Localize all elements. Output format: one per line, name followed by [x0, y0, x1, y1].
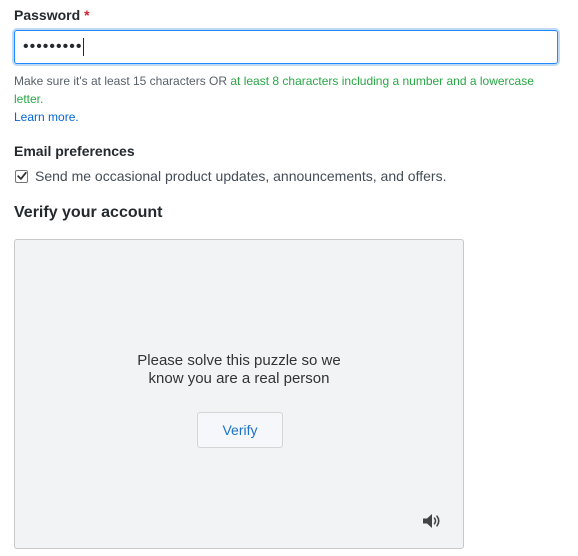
puzzle-instructions-line1: Please solve this puzzle so we [137, 352, 341, 369]
speaker-icon[interactable] [421, 512, 443, 530]
email-preferences-option: Send me occasional product updates, anno… [14, 168, 564, 184]
password-hint: Make sure it's at least 15 characters OR… [14, 72, 564, 126]
puzzle-instructions: Please solve this puzzle so we know you … [15, 352, 463, 388]
password-masked-value: ••••••••• [23, 38, 83, 55]
email-preferences-checkbox-label[interactable]: Send me occasional product updates, anno… [35, 168, 446, 184]
verify-heading: Verify your account [14, 204, 163, 221]
learn-more-link[interactable]: Learn more. [14, 110, 79, 124]
password-input[interactable]: ••••••••• [14, 30, 558, 64]
password-label: Password [14, 7, 81, 23]
email-preferences-checkbox[interactable] [15, 169, 28, 183]
password-label-row: Password * [14, 6, 564, 24]
captcha-puzzle-box: Please solve this puzzle so we know you … [14, 239, 464, 549]
email-preferences-label: Email preferences [14, 143, 135, 159]
checkmark-icon [16, 171, 27, 180]
signup-form: Password * ••••••••• Make sure it's at le… [0, 0, 578, 556]
hint-text: Make sure it's at least 15 characters OR [14, 74, 231, 88]
required-marker: * [84, 7, 90, 23]
text-caret [83, 38, 85, 56]
verify-button[interactable]: Verify [197, 412, 283, 448]
puzzle-instructions-line2: know you are a real person [148, 370, 330, 387]
